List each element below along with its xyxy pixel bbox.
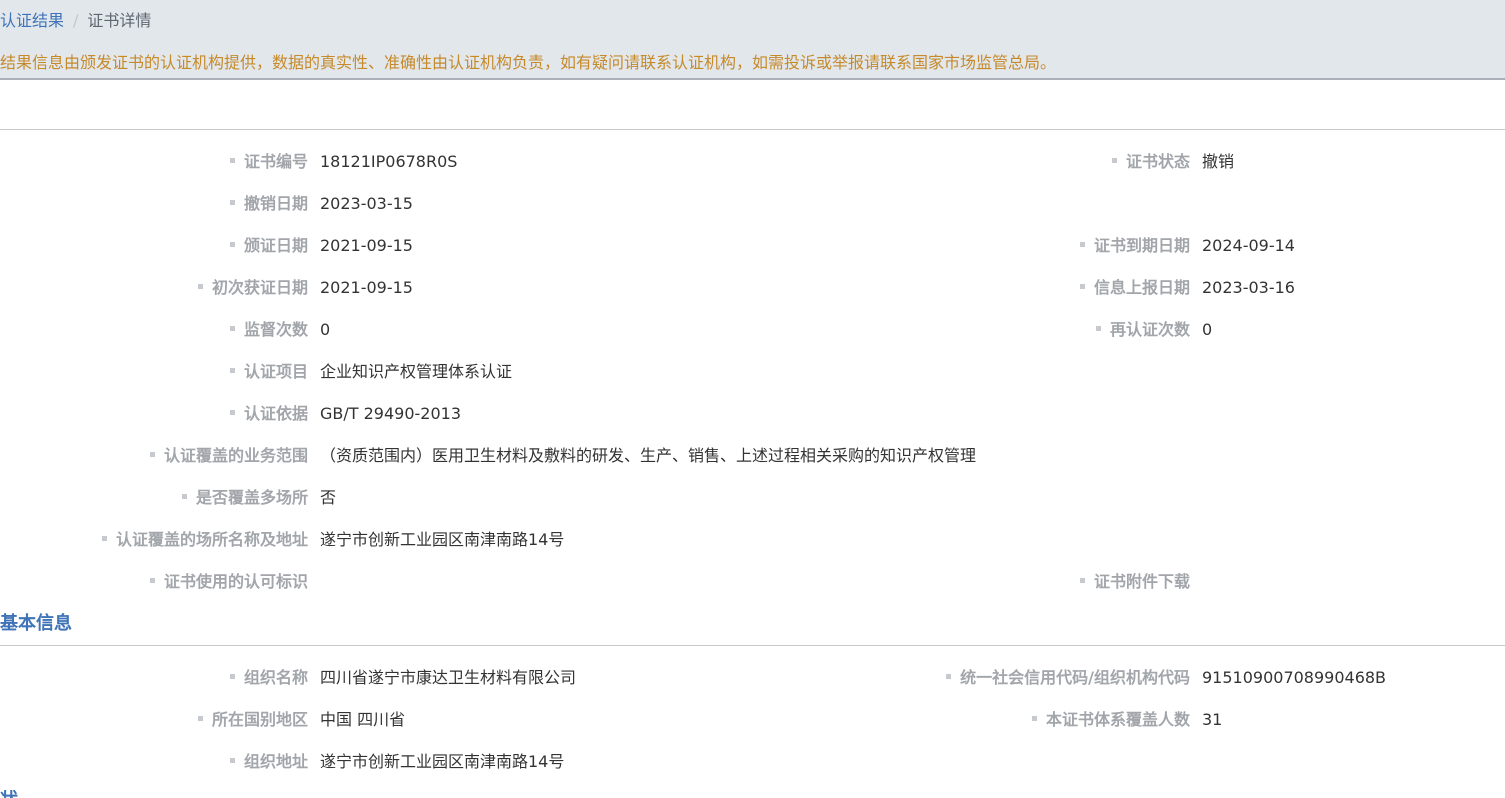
field-value: 2023-03-16: [1202, 278, 1295, 297]
field-label: 认证依据: [229, 402, 308, 426]
bullet-icon: [229, 410, 235, 415]
field-report-date: 信息上报日期 2023-03-16: [760, 276, 1505, 300]
field-scope: 认证覆盖的业务范围 （资质范围内）医用卫生材料及敷料的研发、生产、销售、上述过程…: [0, 444, 1100, 468]
field-basis: 认证依据 GB/T 29490-2013: [0, 402, 1100, 426]
field-label: 认证覆盖的业务范围: [149, 444, 308, 468]
field-value: 2023-03-15: [320, 194, 413, 213]
field-value: 2021-09-15: [320, 278, 413, 297]
bullet-icon: [1079, 578, 1085, 583]
field-label: 证书使用的认可标识: [149, 570, 308, 594]
breadcrumb-current: 证书详情: [87, 11, 152, 30]
field-value: 2021-09-15: [320, 236, 413, 255]
bullet-icon: [229, 326, 235, 331]
field-org-name: 组织名称 四川省遂宁市康达卫生材料有限公司: [0, 666, 760, 690]
header-bar: 认证结果 / 证书详情 结果信息由颁发证书的认证机构提供，数据的真实性、准确性由认证…: [0, 0, 1505, 80]
field-cert-status: 证书状态 撤销: [760, 150, 1505, 174]
field-label: 证书附件下载: [1079, 570, 1190, 594]
field-recert-count: 再认证次数 0: [760, 318, 1505, 342]
field-value: 企业知识产权管理体系认证: [320, 362, 513, 381]
field-value: 18121IP0678R0S: [320, 152, 458, 171]
field-issue-date: 颁证日期 2021-09-15: [0, 234, 760, 258]
field-value: 遂宁市创新工业园区南津南路14号: [320, 530, 565, 549]
bullet-icon: [101, 536, 107, 541]
field-value: 31: [1202, 710, 1223, 729]
field-supervise-count: 监督次数 0: [0, 318, 760, 342]
bullet-icon: [946, 674, 952, 679]
field-label: 是否覆盖多场所: [181, 486, 308, 510]
bullet-icon: [1031, 716, 1037, 721]
section-title-basic-info: 基本信息: [0, 613, 72, 634]
field-label: 组织名称: [229, 666, 308, 690]
bullet-icon: [197, 716, 203, 721]
divider: [0, 645, 1505, 646]
field-label: 本证书体系覆盖人数: [1031, 708, 1190, 732]
bullet-icon: [1079, 284, 1085, 289]
field-value: 遂宁市创新工业园区南津南路14号: [320, 752, 565, 771]
field-label: 再认证次数: [1095, 318, 1190, 342]
field-label: 组织地址: [229, 750, 308, 774]
field-multi-site: 是否覆盖多场所 否: [0, 486, 1100, 510]
field-value: 0: [1202, 320, 1213, 339]
bullet-icon: [229, 674, 235, 679]
bullet-icon: [229, 368, 235, 373]
bullet-icon: [229, 242, 235, 247]
bullet-icon: [229, 200, 235, 205]
field-label: 所在国别地区: [197, 708, 308, 732]
field-attachment-download[interactable]: 证书附件下载: [760, 570, 1505, 594]
field-label: 证书状态: [1111, 150, 1190, 174]
bullet-icon: [149, 578, 155, 583]
divider: [0, 129, 1505, 130]
field-label: 初次获证日期: [197, 276, 308, 300]
field-label: 颁证日期: [229, 234, 308, 258]
disclaimer-notice: 结果信息由颁发证书的认证机构提供，数据的真实性、准确性由认证机构负责，如有疑问请…: [0, 53, 1057, 72]
field-value: 否: [320, 488, 337, 507]
bullet-icon: [229, 158, 235, 163]
field-label: 监督次数: [229, 318, 308, 342]
field-org-address: 组织地址 遂宁市创新工业园区南津南路14号: [0, 750, 1100, 774]
field-accreditation-mark: 证书使用的认可标识: [0, 570, 760, 594]
field-first-date: 初次获证日期 2021-09-15: [0, 276, 760, 300]
breadcrumb: 认证结果 / 证书详情: [0, 10, 151, 32]
field-credit-code: 统一社会信用代码/组织机构代码 91510900708990468B: [760, 666, 1505, 690]
breadcrumb-link-results[interactable]: 认证结果: [0, 11, 64, 30]
field-label: 认证项目: [229, 360, 308, 384]
field-value: 撤销: [1202, 152, 1235, 171]
field-label: 认证覆盖的场所名称及地址: [101, 528, 308, 552]
breadcrumb-separator: /: [73, 11, 79, 30]
field-value: GB/T 29490-2013: [320, 404, 462, 423]
field-value: 中国 四川省: [320, 710, 406, 729]
bullet-icon: [1095, 326, 1101, 331]
field-value: 0: [320, 320, 331, 339]
field-value: 四川省遂宁市康达卫生材料有限公司: [320, 668, 577, 687]
field-expire-date: 证书到期日期 2024-09-14: [760, 234, 1505, 258]
field-cert-no: 证书编号 18121IP0678R0S: [0, 150, 760, 174]
field-value: （资质范围内）医用卫生材料及敷料的研发、生产、销售、上述过程相关采购的知识产权管…: [320, 446, 977, 465]
field-value: 91510900708990468B: [1202, 668, 1387, 687]
bullet-icon: [229, 758, 235, 763]
bullet-icon: [1111, 158, 1117, 163]
field-label: 证书到期日期: [1079, 234, 1190, 258]
bullet-icon: [1079, 242, 1085, 247]
section-title-status: 状态: [0, 790, 30, 798]
field-label: 统一社会信用代码/组织机构代码: [946, 666, 1190, 690]
field-project: 认证项目 企业知识产权管理体系认证: [0, 360, 1100, 384]
field-label: 撤销日期: [229, 192, 308, 216]
field-region: 所在国别地区 中国 四川省: [0, 708, 760, 732]
field-headcount: 本证书体系覆盖人数 31: [760, 708, 1505, 732]
bullet-icon: [181, 494, 187, 499]
bullet-icon: [149, 452, 155, 457]
field-site-address: 认证覆盖的场所名称及地址 遂宁市创新工业园区南津南路14号: [0, 528, 1100, 552]
field-label: 信息上报日期: [1079, 276, 1190, 300]
field-revoke-date: 撤销日期 2023-03-15: [0, 192, 760, 216]
field-label: 证书编号: [229, 150, 308, 174]
field-value: 2024-09-14: [1202, 236, 1295, 255]
bullet-icon: [197, 284, 203, 289]
